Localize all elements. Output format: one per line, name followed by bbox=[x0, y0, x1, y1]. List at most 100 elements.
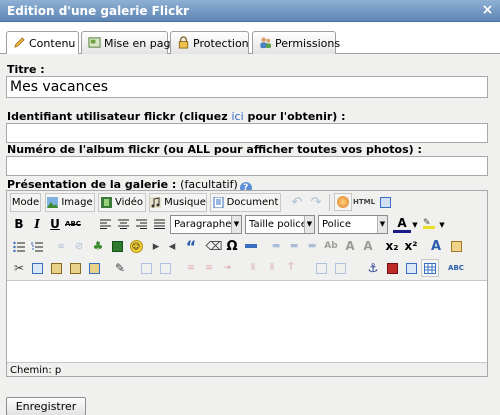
highlight-color-icon[interactable]: ✎ bbox=[420, 215, 438, 233]
superscript-icon[interactable]: x² bbox=[402, 237, 420, 255]
tab-label: Mise en page bbox=[104, 37, 178, 50]
anchor-icon[interactable]: ⚓ bbox=[364, 259, 382, 277]
quote-icon[interactable]: “ bbox=[182, 237, 200, 256]
blockquote-right-icon[interactable]: ◂ bbox=[163, 237, 181, 255]
strikethrough-icon[interactable]: ABC bbox=[64, 215, 82, 233]
film-strip-icon[interactable] bbox=[108, 237, 126, 255]
merge-cells-icon[interactable] bbox=[331, 259, 349, 277]
button-label: Document bbox=[226, 197, 279, 208]
flickr-user-input[interactable] bbox=[6, 123, 488, 143]
layer-forward-icon[interactable]: ▬ bbox=[285, 237, 303, 255]
save-button[interactable]: Enregistrer bbox=[6, 397, 86, 415]
copy-icon[interactable] bbox=[28, 259, 46, 277]
insert-row-before-icon[interactable]: ≡ bbox=[182, 259, 200, 277]
insert-col-after-icon[interactable]: ⦀ bbox=[263, 259, 281, 277]
document-icon bbox=[213, 197, 224, 208]
tab-bar: Contenu Mise en page Protection Permissi… bbox=[0, 22, 500, 55]
insert-table-icon[interactable] bbox=[421, 259, 439, 277]
align-left-icon[interactable] bbox=[96, 215, 114, 233]
image-edit-icon[interactable] bbox=[383, 259, 401, 277]
template-icon[interactable] bbox=[447, 237, 465, 255]
rich-text-editor: Mode Image Vidéo Musique Document ↶ ↷ HT… bbox=[6, 190, 488, 377]
spellcheck-icon[interactable]: ABC bbox=[447, 259, 465, 277]
remove-format-icon[interactable]: A bbox=[341, 237, 359, 255]
align-center-icon[interactable] bbox=[114, 215, 132, 233]
users-icon bbox=[260, 37, 272, 49]
mode-button[interactable]: Mode bbox=[10, 193, 41, 212]
link-icon[interactable]: ∞ bbox=[52, 237, 70, 255]
subscript-icon[interactable]: x₂ bbox=[383, 237, 401, 255]
toolbar-row-1: Mode Image Vidéo Musique Document ↶ ↷ HT… bbox=[7, 191, 487, 213]
get-id-link[interactable]: ici bbox=[231, 110, 243, 123]
toolbar-row-2: B I U ABC Paragraphe ▼ Taille police ▼ Pol… bbox=[7, 213, 487, 235]
button-label: Musique bbox=[164, 197, 206, 208]
tab-label: Permissions bbox=[275, 37, 341, 50]
omega-icon[interactable]: Ω bbox=[223, 237, 241, 255]
bold-icon[interactable]: B bbox=[10, 215, 28, 233]
paste-word-icon[interactable] bbox=[85, 259, 103, 277]
highlight-dropdown[interactable]: ▼ bbox=[438, 215, 446, 234]
underline-icon[interactable]: U bbox=[46, 215, 64, 233]
paste-icon[interactable] bbox=[47, 259, 65, 277]
undo-icon[interactable]: ↶ bbox=[288, 193, 306, 211]
font-family-select[interactable]: Police ▼ bbox=[318, 215, 388, 234]
style-icon[interactable]: A bbox=[427, 237, 445, 255]
delete-col-icon[interactable]: Ť bbox=[282, 259, 300, 277]
horizontal-rule-icon[interactable] bbox=[242, 237, 260, 255]
insert-video-button[interactable]: Vidéo bbox=[98, 193, 146, 212]
chevron-down-icon: ▼ bbox=[377, 216, 387, 233]
delete-row-icon[interactable]: ⇥ bbox=[218, 259, 236, 277]
music-note-icon bbox=[150, 197, 162, 208]
unlink-icon[interactable]: ⊘ bbox=[70, 237, 88, 255]
cleanup-icon[interactable] bbox=[402, 259, 420, 277]
tab-label: Contenu bbox=[29, 37, 76, 50]
anchor-tree-icon[interactable]: ♣ bbox=[89, 237, 107, 255]
table-row-props-icon[interactable] bbox=[137, 259, 155, 277]
cut-icon[interactable]: ✂ bbox=[10, 259, 28, 277]
select-value: Paragraphe bbox=[174, 219, 232, 230]
bullet-list-icon[interactable] bbox=[10, 237, 28, 255]
label-text: pour l'obtenir) : bbox=[243, 110, 346, 123]
tab-mise-en-page[interactable]: Mise en page bbox=[81, 31, 177, 54]
insert-col-before-icon[interactable]: ⦀ bbox=[244, 259, 262, 277]
redo-icon[interactable]: ↷ bbox=[307, 193, 325, 211]
paragraph-format-select[interactable]: Paragraphe ▼ bbox=[170, 215, 242, 234]
fullscreen-icon[interactable] bbox=[376, 193, 394, 211]
table-cell-props-icon[interactable] bbox=[156, 259, 174, 277]
align-right-icon[interactable] bbox=[132, 215, 150, 233]
pencil-icon bbox=[14, 37, 25, 48]
layer-icon[interactable]: ▬ bbox=[267, 237, 285, 255]
text-styles-icon[interactable]: Ab bbox=[322, 237, 340, 255]
close-icon[interactable]: × bbox=[480, 3, 495, 18]
layer-backward-icon[interactable]: ▬ bbox=[303, 237, 321, 255]
edit-attributes-icon[interactable]: ✎ bbox=[111, 259, 129, 277]
text-format-icon[interactable]: A bbox=[359, 237, 377, 255]
insert-image-button[interactable]: Image bbox=[45, 193, 95, 212]
italic-icon[interactable]: I bbox=[28, 215, 46, 233]
numbered-list-icon[interactable] bbox=[28, 237, 46, 255]
tab-permissions[interactable]: Permissions bbox=[252, 31, 340, 54]
smiley-icon[interactable]: ☺ bbox=[127, 237, 145, 255]
flash-icon[interactable] bbox=[334, 193, 352, 211]
content-panel: Titre : Identifiant utilisateur flickr (… bbox=[0, 54, 500, 415]
html-source-icon[interactable]: HTML bbox=[353, 193, 375, 211]
align-justify-icon[interactable] bbox=[150, 215, 168, 233]
insert-music-button[interactable]: Musique bbox=[149, 193, 207, 212]
editor-content-area[interactable] bbox=[7, 280, 487, 363]
toolbar-separator bbox=[329, 194, 330, 211]
tab-contenu[interactable]: Contenu bbox=[6, 31, 79, 55]
album-input[interactable] bbox=[6, 156, 488, 176]
insert-row-after-icon[interactable]: ≡ bbox=[200, 259, 218, 277]
paste-text-icon[interactable] bbox=[66, 259, 84, 277]
tab-protection[interactable]: Protection bbox=[170, 31, 249, 54]
font-size-select[interactable]: Taille police ▼ bbox=[245, 215, 315, 234]
album-label: Numéro de l'album flickr (ou ALL pour af… bbox=[7, 143, 422, 156]
tab-label: Protection bbox=[193, 37, 249, 50]
padlock-icon bbox=[178, 36, 189, 49]
insert-document-button[interactable]: Document bbox=[210, 193, 281, 212]
font-color-dropdown[interactable]: ▼ bbox=[411, 215, 419, 234]
split-cells-icon[interactable] bbox=[312, 259, 330, 277]
eraser-icon[interactable]: ⌫ bbox=[205, 237, 223, 255]
title-input[interactable] bbox=[6, 76, 488, 98]
font-color-icon[interactable]: A bbox=[393, 215, 411, 233]
